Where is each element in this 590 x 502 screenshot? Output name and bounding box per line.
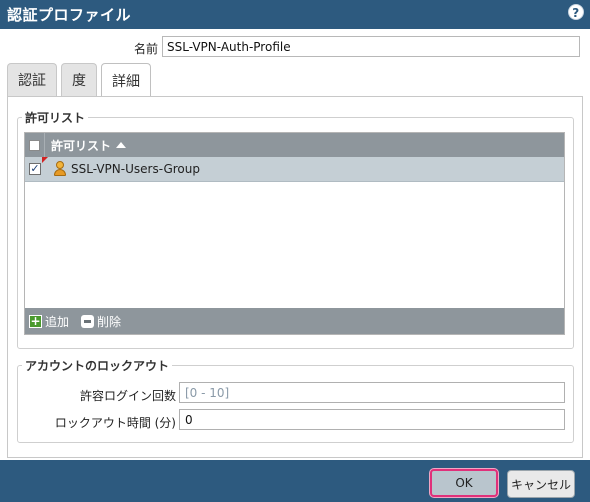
allow-list-grid: 許可リスト ✓ SSL-VPN-Users-Group + 追加 削除	[24, 132, 565, 335]
cancel-button[interactable]: キャンセル	[507, 470, 575, 498]
row-checkbox-checked[interactable]: ✓	[29, 163, 41, 175]
row-group-name: SSL-VPN-Users-Group	[71, 162, 200, 176]
grid-footer-toolbar: + 追加 削除	[25, 308, 564, 334]
tab-label: 度	[72, 73, 86, 89]
name-input[interactable]	[162, 36, 580, 57]
sort-ascending-icon[interactable]	[116, 142, 127, 148]
table-row[interactable]: ✓ SSL-VPN-Users-Group	[25, 156, 564, 182]
allow-list-legend: 許可リスト	[22, 109, 89, 126]
dialog-footer	[0, 460, 590, 502]
select-all-cell	[25, 133, 45, 157]
tab-factors[interactable]: 度	[61, 63, 97, 96]
lockout-legend: アカウントのロックアウト	[22, 357, 173, 374]
tab-authentication[interactable]: 認証	[7, 63, 57, 96]
name-row: 名前	[0, 36, 590, 58]
tab-panel-advanced: 許可リスト 許可リスト ✓ SSL-VPN-Users-Group + 追加 削…	[7, 96, 583, 458]
tab-label: 詳細	[112, 73, 140, 90]
tab-label: 認証	[18, 73, 46, 89]
lockout-time-input[interactable]	[179, 409, 565, 430]
help-icon[interactable]: ?	[568, 4, 584, 20]
grid-header: 許可リスト	[25, 133, 564, 157]
tab-bar: 認証 度 詳細	[7, 63, 155, 97]
add-label: 追加	[45, 314, 70, 329]
add-icon: +	[29, 313, 42, 328]
user-group-icon	[53, 161, 67, 177]
column-header-allow-list[interactable]: 許可リスト	[45, 137, 111, 154]
failed-attempts-label: 許容ログイン回数	[79, 389, 176, 403]
add-button[interactable]: + 追加	[29, 313, 69, 330]
modified-flag-icon	[42, 156, 48, 163]
tab-advanced[interactable]: 詳細	[101, 63, 151, 97]
name-label: 名前	[133, 42, 158, 56]
select-all-checkbox[interactable]	[29, 139, 40, 151]
delete-label: 削除	[97, 314, 122, 329]
delete-button[interactable]: 削除	[81, 313, 121, 330]
dialog-titlebar: 認証プロファイル ?	[0, 0, 590, 29]
auth-profile-dialog: 認証プロファイル ? 名前 認証 度 詳細 許可リスト 許可リスト ✓	[0, 0, 590, 502]
dialog-title: 認証プロファイル	[7, 6, 132, 24]
lockout-group: アカウントのロックアウト	[17, 357, 574, 443]
row-check-cell: ✓	[25, 156, 48, 182]
ok-button[interactable]: OK	[430, 469, 498, 497]
failed-attempts-input[interactable]	[179, 382, 565, 403]
lockout-time-label: ロックアウト時間 (分)	[54, 416, 176, 430]
delete-icon	[81, 314, 95, 328]
